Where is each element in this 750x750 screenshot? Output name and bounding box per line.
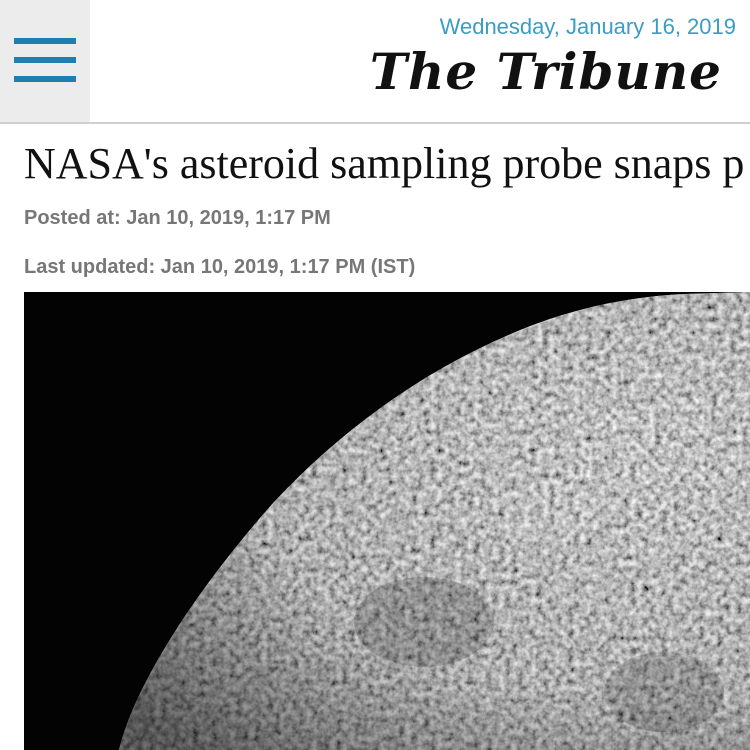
site-header: Wednesday, January 16, 2019 The Tribune — [0, 0, 750, 124]
article-image[interactable] — [24, 292, 750, 750]
updated-timestamp: Last updated: Jan 10, 2019, 1:17 PM (IST… — [24, 256, 416, 278]
posted-timestamp: Posted at: Jan 10, 2019, 1:17 PM — [24, 207, 331, 229]
hamburger-menu-icon[interactable] — [14, 36, 76, 86]
menu-button[interactable] — [0, 0, 90, 122]
site-logo[interactable]: The Tribune — [370, 42, 722, 101]
header-date: Wednesday, January 16, 2019 — [439, 14, 736, 39]
article-headline[interactable]: NASA's asteroid sampling probe snaps p — [24, 138, 750, 189]
asteroid-image — [24, 292, 750, 750]
